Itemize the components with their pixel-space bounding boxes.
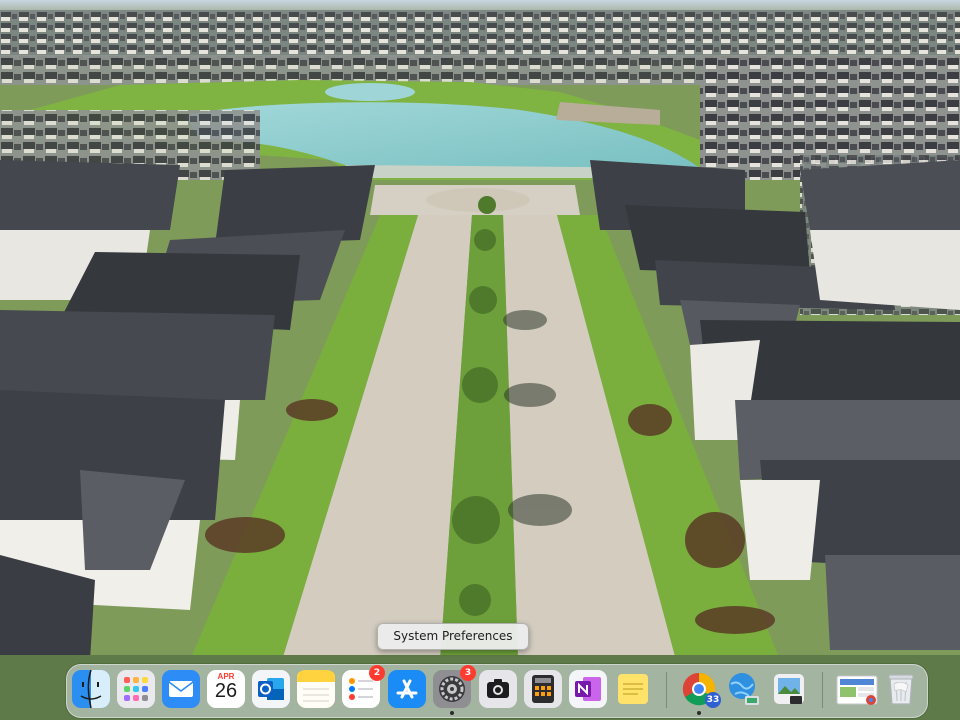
- outlook-icon[interactable]: [252, 670, 290, 708]
- system-preferences-icon[interactable]: 3: [433, 665, 476, 715]
- desktop-wallpaper: [0, 0, 960, 720]
- chrome-icon[interactable]: 33: [680, 670, 721, 715]
- photos-folder-icon[interactable]: [835, 670, 879, 708]
- calculator-icon[interactable]: [524, 670, 562, 708]
- dock-separator: [822, 672, 823, 708]
- screenshot-icon[interactable]: [479, 670, 517, 708]
- mail-icon[interactable]: [162, 670, 200, 708]
- app-store-icon[interactable]: [388, 670, 426, 708]
- chrome-profile-badge: 33: [705, 692, 721, 708]
- trash-icon[interactable]: [882, 670, 920, 708]
- calendar-icon[interactable]: APR 26: [207, 670, 245, 708]
- system-preferences-badge: 3: [460, 665, 476, 681]
- reminders-icon[interactable]: 2: [342, 665, 385, 708]
- running-indicator: [697, 711, 701, 715]
- dock-tooltip: System Preferences: [377, 623, 529, 650]
- finder-icon[interactable]: [72, 670, 110, 708]
- preview-icon[interactable]: [770, 670, 808, 708]
- notes-icon[interactable]: [297, 670, 335, 708]
- desktop[interactable]: System Preferences APR 26 2 3 33: [0, 0, 960, 720]
- onenote-icon[interactable]: [569, 670, 607, 708]
- running-indicator: [450, 711, 454, 715]
- network-utility-icon[interactable]: [725, 670, 763, 708]
- stickies-icon[interactable]: [614, 670, 652, 708]
- launchpad-icon[interactable]: [117, 670, 155, 708]
- calendar-day: 26: [214, 680, 238, 702]
- dock-separator: [666, 672, 667, 708]
- reminders-badge: 2: [369, 665, 385, 681]
